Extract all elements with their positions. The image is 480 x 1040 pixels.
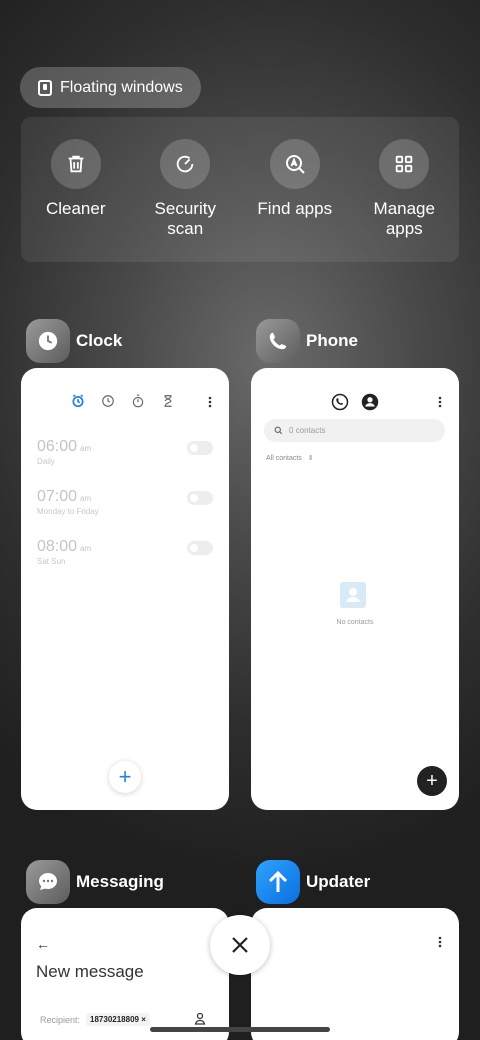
messaging-app-header[interactable]: Messaging xyxy=(26,860,164,904)
cleaner-label: Cleaner xyxy=(45,199,106,218)
alarm-row[interactable]: 08:00 am Sat Sun xyxy=(37,538,213,566)
more-options-icon[interactable] xyxy=(438,936,442,948)
clock-app-icon xyxy=(26,319,70,363)
clock-app-name: Clock xyxy=(76,331,123,350)
phone-app-name: Phone xyxy=(306,331,358,350)
alarm-row[interactable]: 07:00 am Monday to Friday xyxy=(37,488,213,516)
find-apps-label: Find apps xyxy=(257,199,333,218)
security-scan-icon xyxy=(160,139,211,189)
alarm-toggle[interactable] xyxy=(187,541,213,555)
manage-apps-label: Manage apps xyxy=(373,199,435,238)
updater-app-header[interactable]: Updater xyxy=(256,860,370,904)
alarm-ampm: am xyxy=(80,494,92,503)
updater-app-icon xyxy=(256,860,300,904)
find-apps-button[interactable]: Find apps xyxy=(240,139,350,262)
alarm-toggle[interactable] xyxy=(187,441,213,455)
updater-app-card[interactable] xyxy=(251,908,459,1040)
messaging-app-name: Messaging xyxy=(76,872,164,891)
recipient-field[interactable]: Recipient: 18730218809 × xyxy=(40,1013,150,1026)
security-scan-button[interactable]: Security scan xyxy=(131,139,241,262)
quick-tools-panel: Cleaner Security scan Find apps Manage a… xyxy=(21,117,459,262)
cleaner-button[interactable]: Cleaner xyxy=(21,139,131,262)
close-all-button[interactable] xyxy=(210,915,270,975)
alarm-ampm: am xyxy=(80,544,92,553)
messaging-app-card[interactable]: ← New message Recipient: 18730218809 × xyxy=(21,908,229,1040)
clock-tab-bar xyxy=(71,394,175,408)
close-icon xyxy=(232,937,248,953)
recipient-chip[interactable]: 18730218809 × xyxy=(86,1013,150,1026)
phone-app-card[interactable]: 0 contacts All contacts ⇕ No contacts + xyxy=(251,368,459,810)
clock-app-card[interactable]: 06:00 am Daily 07:00 am Monday to Friday 0… xyxy=(21,368,229,810)
recipient-label: Recipient: xyxy=(40,1014,81,1025)
messaging-app-icon xyxy=(26,860,70,904)
trash-icon xyxy=(50,139,101,189)
home-indicator[interactable] xyxy=(150,1027,330,1032)
contacts-search-input[interactable]: 0 contacts xyxy=(264,419,445,442)
contacts-filter-dropdown[interactable]: All contacts ⇕ xyxy=(266,454,314,462)
alarm-row[interactable]: 06:00 am Daily xyxy=(37,438,213,466)
add-contact-button[interactable]: + xyxy=(417,766,447,796)
add-alarm-button[interactable]: + xyxy=(109,761,141,793)
search-placeholder: 0 contacts xyxy=(289,426,326,435)
clock-app-header[interactable]: Clock xyxy=(26,319,122,363)
search-icon xyxy=(274,426,283,435)
alarm-icon[interactable] xyxy=(71,394,85,408)
add-contact-icon[interactable] xyxy=(194,1012,206,1025)
alarm-repeat: Daily xyxy=(37,457,55,466)
back-arrow-icon[interactable]: ← xyxy=(36,936,50,952)
timer-icon[interactable] xyxy=(161,394,175,408)
alarm-repeat: Sat Sun xyxy=(37,557,66,566)
alarm-time: 08:00 xyxy=(37,538,78,555)
find-apps-icon xyxy=(269,139,320,189)
manage-apps-button[interactable]: Manage apps xyxy=(350,139,460,262)
contact-placeholder-icon xyxy=(340,582,366,608)
alarm-repeat: Monday to Friday xyxy=(37,507,99,516)
alarm-time: 06:00 xyxy=(37,438,78,455)
more-options-icon[interactable] xyxy=(208,396,212,408)
filter-label: All contacts xyxy=(266,455,302,462)
chevron-updown-icon: ⇕ xyxy=(307,455,314,462)
stopwatch-icon[interactable] xyxy=(131,394,145,408)
empty-state-text: No contacts xyxy=(336,619,374,626)
world-clock-icon[interactable] xyxy=(101,394,115,408)
alarm-time: 07:00 xyxy=(37,488,78,505)
floating-window-icon xyxy=(38,79,52,96)
floating-windows-button[interactable]: Floating windows xyxy=(20,67,201,108)
grid-icon xyxy=(379,139,430,189)
alarm-ampm: am xyxy=(80,444,92,453)
dialer-tab-icon[interactable] xyxy=(331,393,349,411)
new-message-title: New message xyxy=(36,962,144,981)
contacts-tab-icon[interactable] xyxy=(361,393,379,411)
more-options-icon[interactable] xyxy=(438,396,442,408)
phone-app-icon xyxy=(256,319,300,363)
alarm-toggle[interactable] xyxy=(187,491,213,505)
floating-windows-label: Floating windows xyxy=(60,78,183,96)
phone-app-header[interactable]: Phone xyxy=(256,319,358,363)
security-scan-label: Security scan xyxy=(154,199,216,238)
updater-app-name: Updater xyxy=(306,872,371,891)
